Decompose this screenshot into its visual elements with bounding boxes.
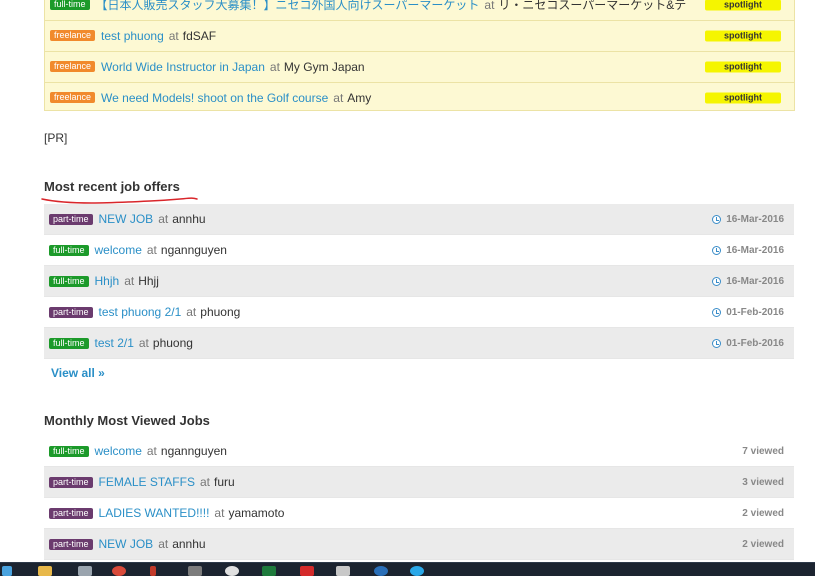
- at-label: at: [168, 28, 179, 43]
- job-type-badge: full-time: [49, 337, 89, 349]
- job-type-badge: freelance: [50, 61, 96, 72]
- clock-icon: [712, 214, 722, 224]
- job-title-link[interactable]: FEMALE STAFFS: [99, 475, 195, 489]
- posted-date: 01-Feb-2016: [726, 306, 784, 318]
- clock-icon: [712, 276, 722, 286]
- job-type-badge: part-time: [49, 306, 93, 318]
- viewed-job-row: part-time LADIES WANTED!!!! at yamamoto …: [44, 498, 794, 529]
- clock-icon: [712, 245, 722, 255]
- spotlight-job-list: full-time 【日本人販売スタッフ大募集！】ニセコ外国人向けスーパーマーケ…: [44, 0, 795, 111]
- job-title-link[interactable]: test phuong 2/1: [99, 305, 182, 319]
- company-name: phuong: [152, 336, 193, 350]
- job-title-link[interactable]: World Wide Instructor in Japan: [101, 60, 265, 74]
- view-count-label: viewed: [750, 476, 784, 488]
- at-label: at: [186, 305, 197, 319]
- job-type-badge: full-time: [49, 445, 89, 457]
- viewed-job-row: part-time NEW JOB at annhu 2 viewed: [44, 529, 794, 560]
- company-name: ngannguyen: [160, 444, 227, 458]
- viewed-job-row: full-time welcome at ngannguyen 7 viewed: [44, 436, 794, 467]
- clock-icon: [712, 338, 722, 348]
- recent-jobs-heading: Most recent job offers: [44, 179, 180, 194]
- posted-date: 16-Mar-2016: [726, 213, 784, 225]
- spotlight-row: freelance We need Models! shoot on the G…: [45, 82, 794, 113]
- at-label: at: [124, 274, 135, 288]
- company-name: My Gym Japan: [283, 59, 365, 74]
- job-type-badge: full-time: [49, 244, 89, 256]
- job-title-link[interactable]: test 2/1: [95, 336, 134, 350]
- at-label: at: [146, 444, 157, 458]
- company-name: furu: [214, 475, 235, 489]
- spotlight-row: full-time 【日本人販売スタッフ大募集！】ニセコ外国人向けスーパーマーケ…: [45, 0, 794, 21]
- view-count: 2: [742, 507, 748, 519]
- view-all-link[interactable]: View all »: [51, 366, 105, 380]
- at-label: at: [333, 90, 344, 105]
- recent-job-row: part-time NEW JOB at annhu 16-Mar-2016: [44, 204, 794, 235]
- recent-jobs-list: part-time NEW JOB at annhu 16-Mar-2016 f…: [44, 204, 794, 359]
- job-title-link[interactable]: NEW JOB: [99, 212, 154, 226]
- view-count: 3: [742, 476, 748, 488]
- company-name: Amy: [347, 90, 372, 105]
- job-title-link[interactable]: welcome: [95, 444, 142, 458]
- recent-job-row: part-time test phuong 2/1 at phuong 01-F…: [44, 297, 794, 328]
- posted-date: 01-Feb-2016: [726, 337, 784, 349]
- job-type-badge: part-time: [49, 213, 93, 225]
- spotlight-row: freelance test phuong at fdSAF spotlight: [45, 20, 794, 52]
- view-count: 2: [742, 538, 748, 550]
- spotlight-tag: spotlight: [705, 92, 781, 103]
- job-title-link[interactable]: 【日本人販売スタッフ大募集！】ニセコ外国人向けスーパーマーケット: [96, 0, 480, 13]
- spotlight-tag: spotlight: [705, 61, 781, 72]
- at-label: at: [214, 506, 225, 520]
- clock-icon: [712, 307, 722, 317]
- view-count: 7: [742, 445, 748, 457]
- recent-job-row: full-time Hhjh at Hhjj 16-Mar-2016: [44, 266, 794, 297]
- posted-date: 16-Mar-2016: [726, 275, 784, 287]
- spotlight-tag: spotlight: [705, 0, 781, 10]
- most-viewed-heading: Monthly Most Viewed Jobs: [44, 413, 210, 428]
- job-type-badge: freelance: [50, 92, 96, 103]
- job-type-badge: full-time: [49, 275, 89, 287]
- posted-date: 16-Mar-2016: [726, 244, 784, 256]
- windows-taskbar: [0, 562, 815, 576]
- at-label: at: [484, 0, 495, 12]
- viewed-job-row: part-time FEMALE STAFFS at furu 3 viewed: [44, 467, 794, 498]
- job-title-link[interactable]: test phuong: [101, 29, 164, 43]
- at-label: at: [146, 243, 157, 257]
- job-title-link[interactable]: welcome: [95, 243, 142, 257]
- company-name: Hhjj: [138, 274, 159, 288]
- company-name: fdSAF: [182, 28, 217, 43]
- job-type-badge: part-time: [49, 538, 93, 550]
- job-title-link[interactable]: NEW JOB: [99, 537, 154, 551]
- at-label: at: [138, 336, 149, 350]
- view-count-label: viewed: [750, 507, 784, 519]
- company-name: phuong: [200, 305, 241, 319]
- company-name: yamamoto: [228, 506, 285, 520]
- view-count-label: viewed: [750, 445, 784, 457]
- view-count-label: viewed: [750, 538, 784, 550]
- job-type-badge: freelance: [50, 30, 96, 41]
- job-title-link[interactable]: LADIES WANTED!!!!: [99, 506, 210, 520]
- at-label: at: [269, 59, 280, 74]
- job-type-badge: part-time: [49, 476, 93, 488]
- job-title-link[interactable]: Hhjh: [95, 274, 120, 288]
- most-viewed-list: full-time welcome at ngannguyen 7 viewed…: [44, 436, 794, 560]
- pr-label: [PR]: [44, 131, 68, 145]
- spotlight-tag: spotlight: [705, 30, 781, 41]
- company-name: ngannguyen: [160, 243, 227, 257]
- job-type-badge: full-time: [50, 0, 90, 10]
- job-title-link[interactable]: We need Models! shoot on the Golf course: [101, 91, 328, 105]
- at-label: at: [158, 212, 169, 226]
- job-type-badge: part-time: [49, 507, 93, 519]
- at-label: at: [158, 537, 169, 551]
- recent-job-row: full-time test 2/1 at phuong 01-Feb-2016: [44, 328, 794, 359]
- spotlight-row: freelance World Wide Instructor in Japan…: [45, 51, 794, 83]
- company-name: annhu: [172, 537, 206, 551]
- at-label: at: [199, 475, 210, 489]
- recent-job-row: full-time welcome at ngannguyen 16-Mar-2…: [44, 235, 794, 266]
- company-name: annhu: [172, 212, 206, 226]
- company-name: リ・ニセコスーパーマーケット&テ: [498, 0, 687, 12]
